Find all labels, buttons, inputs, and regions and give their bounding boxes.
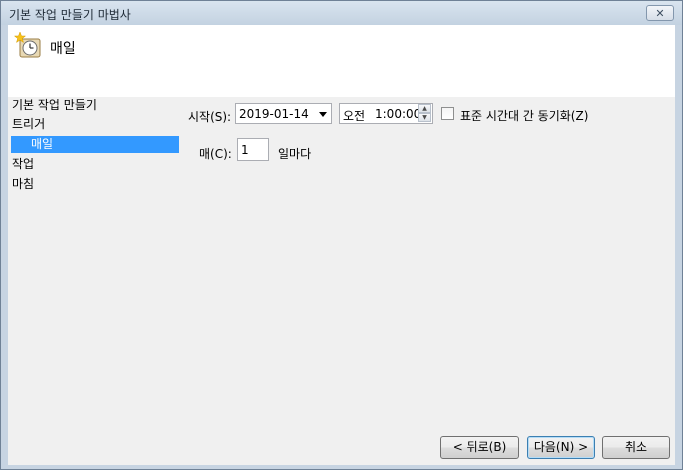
sync-timezone-label[interactable]: 표준 시간대 간 동기화(Z)	[460, 107, 588, 124]
chevron-down-icon[interactable]	[319, 112, 327, 117]
every-days-value: 1	[241, 143, 249, 157]
nav-step-create-basic-task[interactable]: 기본 작업 만들기	[12, 97, 97, 114]
close-icon: ✕	[655, 6, 665, 20]
start-date-value: 2019-01-14	[239, 107, 309, 121]
close-button[interactable]: ✕	[646, 5, 674, 21]
clock-icon	[14, 31, 41, 58]
window-title: 기본 작업 만들기 마법사	[9, 8, 131, 22]
start-date-picker[interactable]: 2019-01-14	[235, 103, 332, 124]
start-label: 시작(S):	[188, 110, 232, 124]
back-button[interactable]: < 뒤로(B)	[440, 436, 519, 459]
every-label: 매(C):	[199, 147, 232, 161]
every-unit-label: 일마다	[278, 147, 312, 161]
time-value[interactable]: 1:00:00	[375, 107, 421, 121]
cancel-button[interactable]: 취소	[602, 436, 670, 459]
nav-step-daily[interactable]: 매일	[11, 136, 179, 153]
every-days-input[interactable]: 1	[237, 138, 269, 161]
title-bar[interactable]: 기본 작업 만들기 마법사 ✕	[1, 1, 682, 25]
nav-step-action[interactable]: 작업	[12, 156, 34, 173]
nav-step-trigger[interactable]: 트리거	[12, 116, 45, 133]
start-time-picker[interactable]: 오전 1:00:00 ▲ ▼	[339, 103, 433, 124]
next-button[interactable]: 다음(N) >	[527, 436, 595, 459]
time-ampm[interactable]: 오전	[343, 107, 365, 124]
page-title: 매일	[50, 41, 76, 57]
spin-up-icon[interactable]: ▲	[418, 104, 431, 113]
sync-timezone-checkbox[interactable]	[441, 107, 454, 120]
spin-down-icon[interactable]: ▼	[418, 113, 431, 122]
wizard-content: 기본 작업 만들기 트리거 매일 작업 마침 시작(S): 2019-01-14…	[8, 97, 675, 465]
nav-step-finish[interactable]: 마침	[12, 176, 34, 193]
wizard-window: 기본 작업 만들기 마법사 ✕ 매일 기본 작업 만들기 트리거 매일 작업 마…	[0, 0, 683, 470]
wizard-header: 매일	[8, 25, 675, 97]
